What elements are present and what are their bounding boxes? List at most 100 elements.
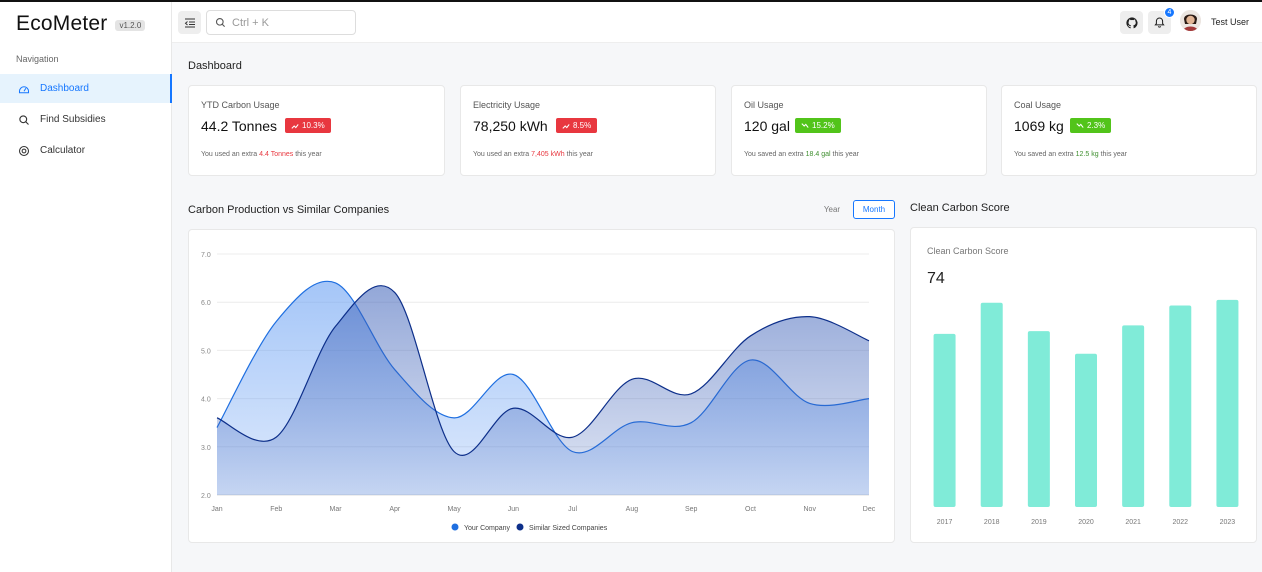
score-bar <box>1216 299 1239 507</box>
y-tick-label: 6.0 <box>201 300 211 307</box>
stat-card-coal: Coal Usage 1069 kg 2.3% You saved an ext… <box>1001 85 1257 176</box>
score-section-title: Clean Carbon Score <box>910 202 1010 214</box>
y-tick-label: 2.0 <box>201 493 211 500</box>
note-prefix: You used an extra <box>473 151 530 158</box>
sidebar-item-find-subsidies[interactable]: Find Subsidies <box>0 105 172 134</box>
note-highlight: 4.4 Tonnes <box>259 151 294 158</box>
github-icon <box>1125 16 1138 28</box>
stat-change-chip: 2.3% <box>1070 118 1112 133</box>
calculator-icon <box>18 145 30 156</box>
bell-icon <box>1154 17 1165 28</box>
note-suffix: this year <box>1100 151 1128 158</box>
x-tick-label: Feb <box>270 506 282 513</box>
legend-label[interactable]: Your Company <box>464 525 511 532</box>
note-suffix: this year <box>566 151 594 158</box>
clean-carbon-bar-chart: 2017 2018 2019 2020 2021 2022 2023 <box>933 299 1239 526</box>
stat-change-value: 10.3% <box>302 121 325 130</box>
score-bar <box>1075 353 1097 507</box>
clean-carbon-score-card: Clean Carbon Score 74 2017 2018 2019 2020 20… <box>910 227 1257 543</box>
y-tick-label: 5.0 <box>201 348 211 355</box>
trend-down-icon <box>801 122 809 128</box>
top-header: 4 Test User <box>172 2 1262 43</box>
app-version-badge: v1.2.0 <box>115 19 146 31</box>
x-tick-label: Sep <box>685 506 698 513</box>
sidebar-item-dashboard[interactable]: Dashboard <box>0 74 172 103</box>
notification-count-badge: 4 <box>1164 7 1175 18</box>
x-tick-label: May <box>447 506 461 513</box>
stat-card-electricity: Electricity Usage 78,250 kWh 8.5% You us… <box>460 85 716 176</box>
nav-heading: Navigation <box>16 54 59 64</box>
search-input[interactable] <box>232 16 342 29</box>
legend-marker <box>451 523 459 531</box>
search-icon <box>19 114 29 125</box>
sidebar-item-calculator[interactable]: Calculator <box>0 136 172 165</box>
stat-change-chip: 15.2% <box>795 118 841 133</box>
user-name: Test User <box>1211 17 1250 27</box>
x-tick-label: Jun <box>508 506 519 513</box>
brand: EcoMeter v1.2.0 <box>16 12 146 36</box>
note-suffix: this year <box>832 151 859 158</box>
stat-change-value: 2.3% <box>1087 121 1106 130</box>
score-bar <box>1027 331 1050 507</box>
x-tick-label: Oct <box>745 506 756 513</box>
dashboard-icon <box>18 85 30 93</box>
legend-label[interactable]: Similar Sized Companies <box>529 525 608 532</box>
note-prefix: You saved an extra <box>1014 151 1074 158</box>
user-avatar[interactable] <box>1180 10 1201 31</box>
note-prefix: You saved an extra <box>744 151 804 158</box>
x-tick-label: 2017 <box>937 519 953 526</box>
toggle-year[interactable]: Year <box>818 200 846 219</box>
sidebar-item-label: Calculator <box>40 145 86 156</box>
menu-toggle-button[interactable] <box>178 11 201 34</box>
score-bar <box>1169 305 1192 507</box>
x-tick-label: Dec <box>863 506 876 513</box>
sidebar: EcoMeter v1.2.0 Navigation Dashboard Fin… <box>0 2 172 572</box>
stat-value: 120 gal <box>744 118 790 134</box>
x-tick-label: Apr <box>389 506 401 513</box>
note-highlight: 7,405 kWh <box>531 151 565 158</box>
stat-change-chip: 8.5% <box>556 118 598 133</box>
stat-change-value: 8.5% <box>573 121 592 130</box>
x-tick-label: 2023 <box>1220 519 1236 526</box>
trend-down-icon <box>1076 122 1084 128</box>
notifications-button[interactable]: 4 <box>1148 7 1175 34</box>
carbon-area-chart-card: 2.0 3.0 4.0 5.0 6.0 7.0 Jan Feb Mar Apr May Jun Jul… <box>188 229 895 543</box>
menu-fold-icon <box>184 18 195 27</box>
stat-value: 1069 kg <box>1014 118 1064 134</box>
carbon-area-chart: 2.0 3.0 4.0 5.0 6.0 7.0 Jan Feb Mar Apr May Jun Jul… <box>201 252 876 532</box>
x-tick-label: Aug <box>626 506 639 513</box>
github-button[interactable] <box>1120 11 1143 34</box>
stat-card-oil: Oil Usage 120 gal 15.2% You saved an ext… <box>731 85 987 176</box>
note-highlight: 12.5 kg <box>1075 151 1099 158</box>
trend-up-icon <box>562 123 570 129</box>
stat-label: Coal Usage <box>1014 100 1062 110</box>
stat-value: 44.2 Tonnes <box>201 118 278 134</box>
legend-marker <box>516 523 524 531</box>
y-tick-label: 4.0 <box>201 397 211 404</box>
x-tick-label: 2021 <box>1125 519 1141 526</box>
stat-value: 78,250 kWh <box>473 118 548 134</box>
x-tick-label: Jul <box>568 506 577 513</box>
stat-card-carbon: YTD Carbon Usage 44.2 Tonnes 10.3% You u… <box>188 85 445 176</box>
note-suffix: this year <box>295 151 322 158</box>
search-icon <box>215 17 226 28</box>
note-prefix: You used an extra <box>201 151 258 158</box>
page-title: Dashboard <box>188 60 242 72</box>
stat-change-chip: 10.3% <box>285 118 331 133</box>
stat-change-value: 15.2% <box>812 121 835 130</box>
stat-note: You saved an extra 18.4 gal this year <box>744 151 859 158</box>
score-bar <box>933 333 956 507</box>
y-tick-label: 7.0 <box>201 252 211 259</box>
carbon-chart-title: Carbon Production vs Similar Companies <box>188 204 390 216</box>
trend-up-icon <box>291 123 299 129</box>
sidebar-nav: Dashboard Find Subsidies Calculator <box>0 74 172 167</box>
x-tick-label: 2020 <box>1078 519 1094 526</box>
y-tick-label: 3.0 <box>201 445 211 452</box>
x-tick-label: Nov <box>804 506 817 513</box>
stat-label: YTD Carbon Usage <box>201 100 280 110</box>
toggle-month[interactable]: Month <box>853 200 895 219</box>
x-tick-label: Mar <box>330 506 343 513</box>
stat-note: You used an extra 7,405 kWh this year <box>473 151 593 158</box>
stat-label: Oil Usage <box>744 100 784 110</box>
search-box[interactable] <box>206 10 356 35</box>
